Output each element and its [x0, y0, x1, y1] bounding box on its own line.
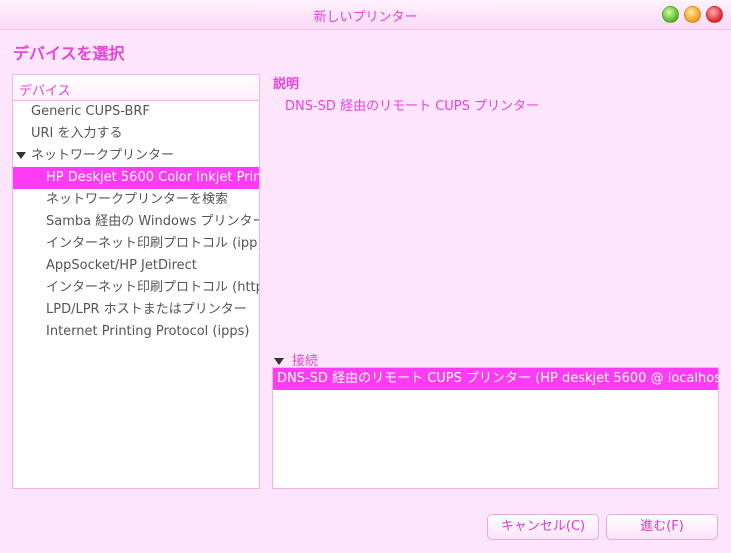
connection-item[interactable]: DNS-SD 経由のリモート CUPS プリンター (HP deskjet 56… — [273, 368, 718, 390]
close-button[interactable] — [706, 6, 723, 23]
expander-down-icon[interactable] — [274, 358, 284, 365]
device-item-https[interactable]: インターネット印刷プロトコル (https) — [13, 277, 259, 299]
minimize-button[interactable] — [662, 6, 679, 23]
description-text: DNS-SD 経由のリモート CUPS プリンター — [285, 99, 540, 114]
description-label: 説明 — [273, 77, 300, 92]
forward-button[interactable]: 進む(F) — [606, 514, 718, 540]
connection-list[interactable]: DNS-SD 経由のリモート CUPS プリンター (HP deskjet 56… — [272, 367, 719, 489]
cancel-button[interactable]: キャンセル(C) — [487, 514, 599, 540]
device-item-enter-uri[interactable]: URI を入力する — [13, 123, 259, 145]
device-column-header[interactable]: デバイス — [13, 75, 259, 101]
expander-down-icon[interactable] — [16, 152, 26, 159]
maximize-button[interactable] — [684, 6, 701, 23]
device-item-samba[interactable]: Samba 経由の Windows プリンター — [13, 211, 259, 233]
device-tree: Generic CUPS-BRF URI を入力する ネットワークプリンター H… — [13, 101, 259, 343]
device-item-hp-deskjet[interactable]: HP Deskjet 5600 Color Inkjet Printer — [13, 167, 259, 189]
device-item-lpd[interactable]: LPD/LPR ホストまたはプリンター — [13, 299, 259, 321]
device-item-appsocket[interactable]: AppSocket/HP JetDirect — [13, 255, 259, 277]
device-item-find-network-printer[interactable]: ネットワークプリンターを検索 — [13, 189, 259, 211]
device-item-generic-cups-brf[interactable]: Generic CUPS-BRF — [13, 101, 259, 123]
page-heading: デバイスを選択 — [13, 44, 125, 63]
device-list-panel[interactable]: デバイス Generic CUPS-BRF URI を入力する ネットワークプリ… — [12, 74, 260, 489]
device-item-ipps[interactable]: Internet Printing Protocol (ipps) — [13, 321, 259, 343]
title-bar: 新しいプリンター — [0, 0, 731, 30]
device-item-ipp[interactable]: インターネット印刷プロトコル (ipp) — [13, 233, 259, 255]
device-item-network-printer[interactable]: ネットワークプリンター — [13, 145, 259, 167]
window-title: 新しいプリンター — [313, 10, 418, 25]
